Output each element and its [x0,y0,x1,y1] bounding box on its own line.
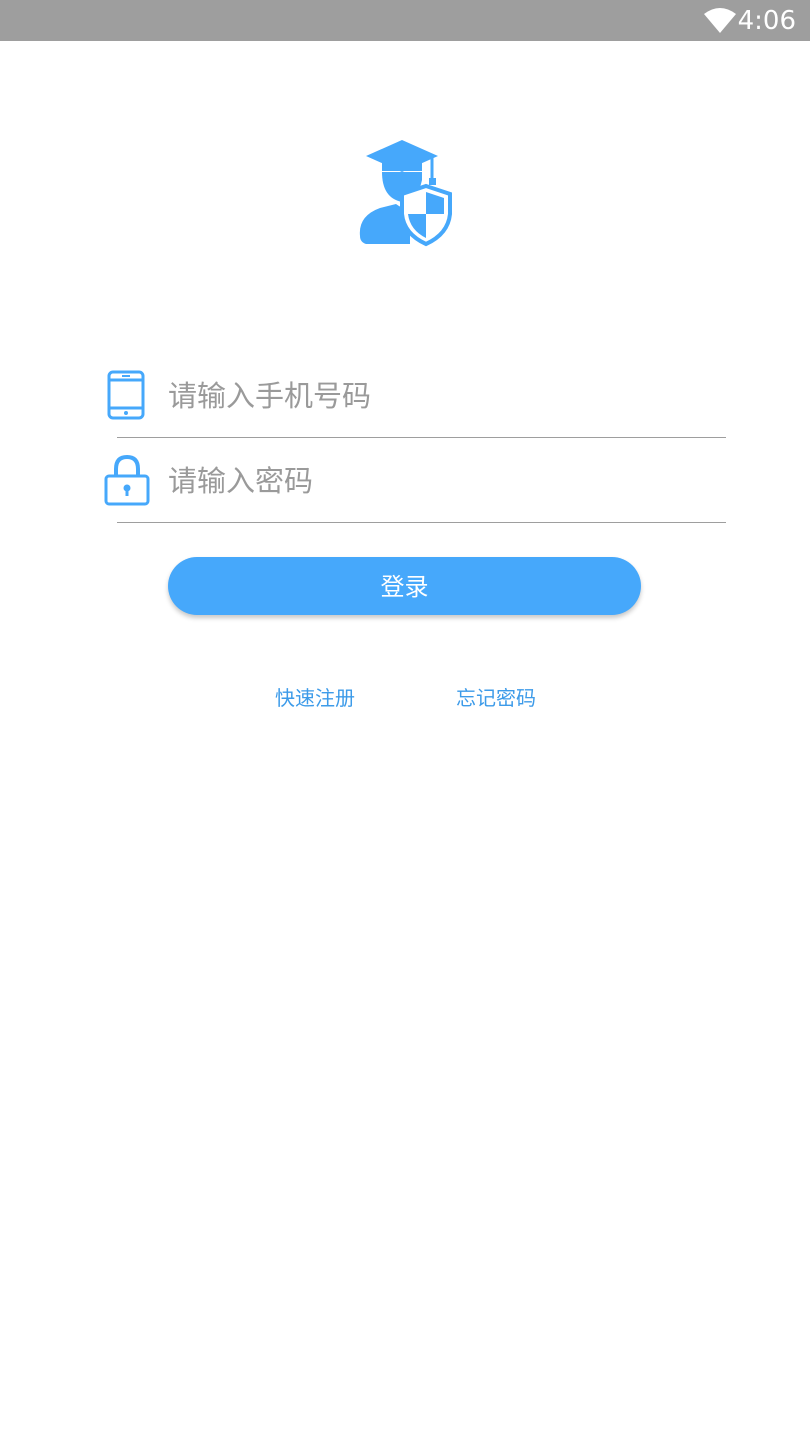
password-input[interactable] [168,439,723,523]
phone-input[interactable] [168,354,723,438]
password-field [0,439,810,523]
login-button[interactable]: 登录 [168,557,641,615]
wifi-icon [704,8,736,33]
phone-icon [107,370,145,420]
register-link[interactable]: 快速注册 [275,684,355,712]
graduate-shield-icon [359,140,452,247]
lock-icon [104,454,150,506]
forgot-password-link[interactable]: 忘记密码 [456,684,536,712]
phone-field [0,354,810,438]
status-time: 4:06 [737,6,796,36]
status-bar: 4:06 [0,0,810,41]
phone-underline [117,437,726,438]
password-underline [117,522,726,523]
